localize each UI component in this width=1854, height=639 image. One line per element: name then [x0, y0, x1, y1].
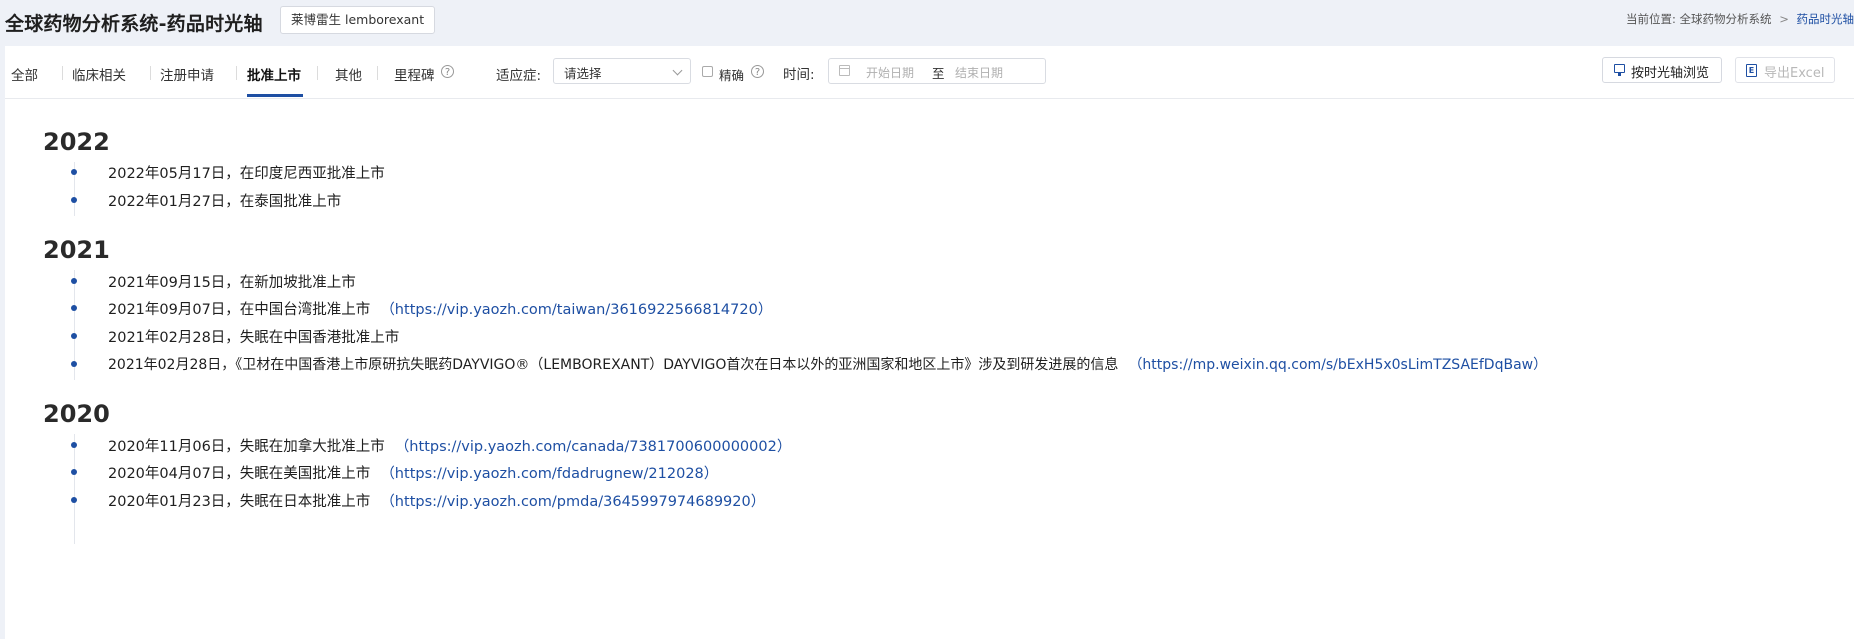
event-text: 2022年01月27日，在泰国批准上市 [108, 194, 342, 210]
help-icon[interactable]: ? [751, 65, 764, 78]
exact-match-checkbox[interactable] [702, 66, 713, 77]
timeline-event: 2022年01月27日，在泰国批准上市 [108, 190, 341, 211]
browse-button-label: 按时光轴浏览 [1631, 66, 1710, 81]
event-text: 2020年11月06日，失眠在加拿大批准上市 [108, 439, 385, 455]
event-text: 2021年02月28日，失眠在中国香港批准上市 [108, 330, 400, 346]
event-text: 2022年05月17日，在印度尼西亚批准上市 [108, 166, 385, 182]
browse-by-timeline-button[interactable]: 按时光轴浏览 [1602, 57, 1722, 83]
timeline: 2022 2022年05月17日，在印度尼西亚批准上市 2022年01月27日，… [5, 98, 1854, 639]
year-heading: 2022 [43, 128, 110, 156]
tab-clinical[interactable]: 临床相关 [72, 64, 126, 84]
chevron-down-icon [672, 65, 683, 76]
start-date-input[interactable]: 开始日期 [866, 64, 914, 81]
date-range-separator: 至 [932, 66, 945, 81]
tab-milestone[interactable]: 里程碑 [394, 64, 435, 84]
event-text: 2021年09月15日，在新加坡批准上市 [108, 275, 356, 291]
timeline-line [74, 434, 75, 544]
timeline-dot [71, 442, 77, 448]
timeline-dot [71, 361, 77, 367]
year-heading: 2021 [43, 236, 110, 264]
event-text: 2021年02月28日，《卫材在中国香港上市原研抗失眠药DAYVIGO®（LEM… [108, 357, 1119, 373]
tab-other[interactable]: 其他 [335, 64, 362, 84]
drug-name-chip: 莱博雷生 lemborexant [280, 6, 436, 34]
event-text: 2021年09月07日，在中国台湾批准上市 [108, 302, 371, 318]
timeline-event: 2021年09月07日，在中国台湾批准上市 （https://vip.yaozh.… [108, 298, 772, 319]
timeline-event: 2020年11月06日，失眠在加拿大批准上市 （https://vip.yaozh… [108, 435, 791, 456]
time-label: 时间: [783, 67, 815, 83]
indication-select-value: 请选择 [564, 66, 602, 81]
timeline-event: 2020年01月23日，失眠在日本批准上市 （https://vip.yaozh.… [108, 490, 765, 511]
tab-divider [62, 66, 63, 80]
event-link[interactable]: （https://vip.yaozh.com/fdadrugnew/212028… [380, 466, 718, 482]
event-link[interactable]: （https://vip.yaozh.com/taiwan/3616922566… [380, 302, 772, 318]
timeline-event: 2021年02月28日，失眠在中国香港批准上市 [108, 326, 399, 347]
year-heading: 2020 [43, 400, 110, 428]
content-panel: 全部 临床相关 注册申请 批准上市 其他 里程碑 ? 适应症: 请选择 精确 ?… [5, 46, 1854, 639]
breadcrumb: 当前位置: 全球药物分析系统 > 药品时光轴 [1626, 11, 1854, 27]
tab-approved[interactable]: 批准上市 [247, 64, 301, 84]
page-title: 全球药物分析系统-药品时光轴 [5, 13, 263, 35]
date-range-picker[interactable]: 开始日期 至 结束日期 [828, 58, 1046, 84]
breadcrumb-prefix: 当前位置: [1626, 12, 1676, 26]
timeline-dot [71, 469, 77, 475]
tab-divider [377, 66, 378, 80]
help-icon[interactable]: ? [441, 65, 454, 78]
event-link[interactable]: （https://vip.yaozh.com/pmda/364599797468… [380, 494, 765, 510]
breadcrumb-separator: > [1779, 12, 1789, 26]
timeline-event: 2021年02月28日，《卫材在中国香港上市原研抗失眠药DAYVIGO®（LEM… [108, 354, 1547, 374]
end-date-input[interactable]: 结束日期 [955, 64, 1003, 81]
tab-divider [236, 66, 237, 80]
filter-toolbar: 全部 临床相关 注册申请 批准上市 其他 里程碑 ? 适应症: 请选择 精确 ?… [5, 46, 1854, 99]
exact-match-label: 精确 [719, 68, 745, 83]
timeline-dot [71, 305, 77, 311]
timeline-event: 2020年04月07日，失眠在美国批准上市 （https://vip.yaozh.… [108, 462, 718, 483]
indication-label: 适应症: [496, 68, 542, 84]
indication-select[interactable]: 请选择 [553, 58, 691, 84]
tab-registration[interactable]: 注册申请 [160, 64, 214, 84]
event-link[interactable]: （https://vip.yaozh.com/canada/7381700600… [395, 439, 792, 455]
monitor-icon [1614, 64, 1625, 76]
timeline-dot [71, 497, 77, 503]
top-header: 全球药物分析系统-药品时光轴 莱博雷生 lemborexant 当前位置: 全球… [0, 0, 1854, 46]
tab-divider [150, 66, 151, 80]
timeline-event: 2021年09月15日，在新加坡批准上市 [108, 271, 356, 292]
tab-all[interactable]: 全部 [11, 64, 38, 84]
timeline-dot [71, 169, 77, 175]
calendar-icon [839, 65, 850, 76]
excel-icon: E [1746, 64, 1757, 77]
event-text: 2020年01月23日，失眠在日本批准上市 [108, 494, 371, 510]
breadcrumb-current: 药品时光轴 [1796, 12, 1854, 26]
export-excel-button[interactable]: E 导出Excel [1735, 57, 1835, 83]
timeline-dot [71, 333, 77, 339]
timeline-dot [71, 278, 77, 284]
breadcrumb-parent[interactable]: 全球药物分析系统 [1680, 12, 1772, 26]
event-text: 2020年04月07日，失眠在美国批准上市 [108, 466, 371, 482]
timeline-dot [71, 197, 77, 203]
tab-divider [317, 66, 318, 80]
export-button-label: 导出Excel [1764, 66, 1825, 81]
timeline-event: 2022年05月17日，在印度尼西亚批准上市 [108, 162, 385, 183]
active-tab-indicator [247, 94, 303, 97]
event-link[interactable]: （https://mp.weixin.qq.com/s/bExH5x0sLimT… [1128, 357, 1547, 373]
